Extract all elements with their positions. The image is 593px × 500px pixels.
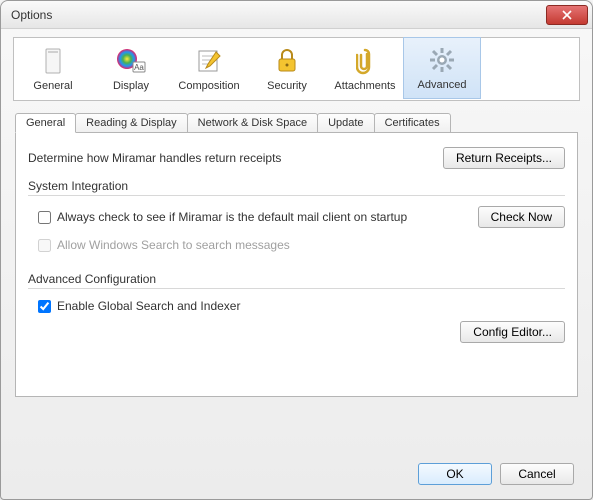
general-panel: Determine how Miramar handles return rec… bbox=[15, 132, 578, 397]
subtab-certificates[interactable]: Certificates bbox=[374, 113, 451, 133]
subtab-update[interactable]: Update bbox=[317, 113, 374, 133]
global-search-label: Enable Global Search and Indexer bbox=[57, 299, 240, 313]
always-check-default-row[interactable]: Always check to see if Miramar is the de… bbox=[38, 210, 407, 224]
system-integration-title: System Integration bbox=[28, 179, 565, 193]
cancel-button[interactable]: Cancel bbox=[500, 463, 574, 485]
advanced-config-group: Enable Global Search and Indexer Config … bbox=[28, 288, 565, 343]
toolbar-display[interactable]: Aa Display bbox=[92, 38, 170, 100]
category-toolbar: General Aa Display Composition Security bbox=[13, 37, 580, 101]
ok-button[interactable]: OK bbox=[418, 463, 492, 485]
window-title: Options bbox=[11, 8, 546, 22]
titlebar: Options bbox=[1, 1, 592, 29]
toolbar-label: Attachments bbox=[334, 80, 395, 92]
global-search-row[interactable]: Enable Global Search and Indexer bbox=[38, 299, 240, 313]
receipts-description: Determine how Miramar handles return rec… bbox=[28, 151, 281, 165]
global-search-checkbox[interactable] bbox=[38, 300, 51, 313]
toolbar-general[interactable]: General bbox=[14, 38, 92, 100]
always-check-default-checkbox[interactable] bbox=[38, 211, 51, 224]
security-icon bbox=[276, 46, 298, 76]
options-window: Options General Aa Display bbox=[0, 0, 593, 500]
attachments-icon bbox=[356, 46, 374, 76]
toolbar-label: Composition bbox=[178, 80, 239, 92]
config-editor-button[interactable]: Config Editor... bbox=[460, 321, 565, 343]
subtab-general[interactable]: General bbox=[15, 113, 76, 133]
advanced-config-title: Advanced Configuration bbox=[28, 272, 565, 286]
return-receipts-button[interactable]: Return Receipts... bbox=[443, 147, 565, 169]
windows-search-row: Allow Windows Search to search messages bbox=[38, 238, 290, 252]
toolbar-security[interactable]: Security bbox=[248, 38, 326, 100]
subtab-strip: General Reading & Display Network & Disk… bbox=[15, 113, 578, 133]
toolbar-advanced[interactable]: Advanced bbox=[403, 37, 481, 99]
system-integration-group: Always check to see if Miramar is the de… bbox=[28, 195, 565, 260]
toolbar-label: Advanced bbox=[418, 79, 467, 91]
subtab-network-disk[interactable]: Network & Disk Space bbox=[187, 113, 318, 133]
general-icon bbox=[42, 46, 64, 76]
close-icon bbox=[562, 10, 572, 20]
check-now-button[interactable]: Check Now bbox=[478, 206, 565, 228]
always-check-default-label: Always check to see if Miramar is the de… bbox=[57, 210, 407, 224]
toolbar-label: General bbox=[33, 80, 72, 92]
composition-icon bbox=[196, 46, 222, 76]
windows-search-checkbox bbox=[38, 239, 51, 252]
toolbar-label: Display bbox=[113, 80, 149, 92]
toolbar-attachments[interactable]: Attachments bbox=[326, 38, 404, 100]
dialog-footer: OK Cancel bbox=[1, 397, 592, 499]
svg-text:Aa: Aa bbox=[134, 63, 144, 72]
subtab-reading-display[interactable]: Reading & Display bbox=[75, 113, 188, 133]
close-button[interactable] bbox=[546, 5, 588, 25]
toolbar-label: Security bbox=[267, 80, 307, 92]
display-icon: Aa bbox=[116, 46, 146, 76]
windows-search-label: Allow Windows Search to search messages bbox=[57, 238, 290, 252]
advanced-icon bbox=[428, 45, 456, 75]
toolbar-composition[interactable]: Composition bbox=[170, 38, 248, 100]
